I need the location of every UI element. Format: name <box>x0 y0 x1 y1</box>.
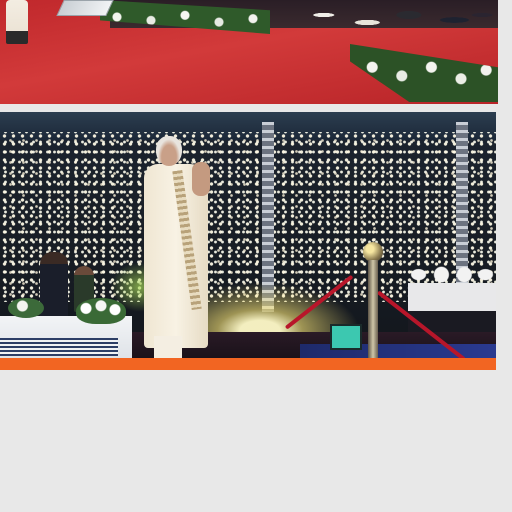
legs <box>154 336 182 358</box>
stanchion-pole <box>368 260 378 358</box>
greeting-man <box>144 136 226 358</box>
event-photo-red-carpet[interactable] <box>0 0 498 104</box>
folded-hands <box>192 162 210 196</box>
photo-feed <box>0 0 512 512</box>
flower-bouquet <box>76 298 126 324</box>
standing-person <box>40 252 68 318</box>
card-accent-bar <box>0 358 496 370</box>
head <box>156 136 182 166</box>
scroll-area[interactable] <box>498 0 512 512</box>
audience-group <box>300 0 498 50</box>
event-photo-stadium-night[interactable] <box>0 112 496 358</box>
brass-stanchion <box>362 242 384 358</box>
stage-plaque <box>56 0 114 16</box>
stage-monitor <box>330 324 362 350</box>
band-members <box>408 262 496 332</box>
photo-divider <box>0 104 498 112</box>
stanchion-cap <box>363 242 383 262</box>
flower-bouquet <box>8 298 44 318</box>
walking-figure <box>6 0 28 44</box>
podium-stripes <box>0 338 118 356</box>
